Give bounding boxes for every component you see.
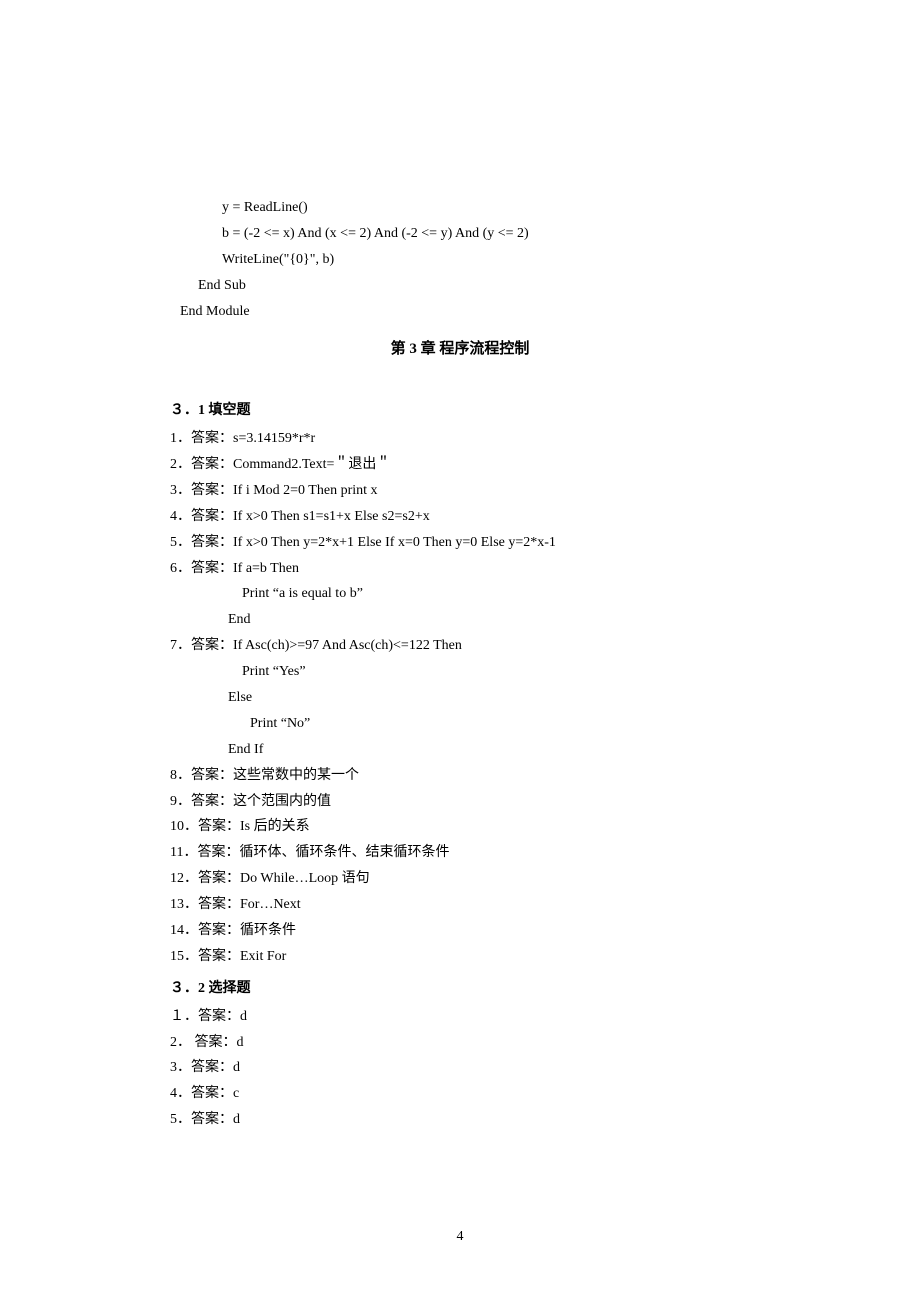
fill-answers: 1．答案：s=3.14159*r*r 2．答案：Command2.Text=＂退…: [170, 426, 750, 970]
answer-line: 8．答案：这些常数中的某一个: [170, 763, 750, 789]
section-fill-title: ３．1 填空题: [170, 398, 750, 424]
answer-line: 5．答案：d: [170, 1107, 750, 1133]
answer-line: 2．答案：Command2.Text=＂退出＂: [170, 452, 750, 478]
code-line: b = (-2 <= x) And (x <= 2) And (-2 <= y)…: [170, 221, 750, 247]
answer-line: 9．答案：这个范围内的值: [170, 789, 750, 815]
chapter-title: 第 3 章 程序流程控制: [170, 336, 750, 364]
answer-line: 13．答案：For…Next: [170, 892, 750, 918]
answer-line: 12．答案：Do While…Loop 语句: [170, 866, 750, 892]
answer-line: 5．答案：If x>0 Then y=2*x+1 Else If x=0 The…: [170, 530, 750, 556]
answer-sub-line: Print “Yes”: [170, 659, 750, 685]
answer-line: 1．答案：s=3.14159*r*r: [170, 426, 750, 452]
answer-line: 7．答案：If Asc(ch)>=97 And Asc(ch)<=122 The…: [170, 633, 750, 659]
answer-line: 6．答案：If a=b Then: [170, 556, 750, 582]
code-line: y = ReadLine(): [170, 195, 750, 221]
answer-line: 2． 答案：d: [170, 1030, 750, 1056]
answer-sub-line: End If: [170, 737, 750, 763]
answer-line: 4．答案：If x>0 Then s1=s1+x Else s2=s2+x: [170, 504, 750, 530]
answer-line: 15．答案：Exit For: [170, 944, 750, 970]
answer-sub-line: Else: [170, 685, 750, 711]
answer-sub-line: Print “No”: [170, 711, 750, 737]
code-line: WriteLine("{0}", b): [170, 247, 750, 273]
code-tail-block: y = ReadLine() b = (-2 <= x) And (x <= 2…: [170, 195, 750, 324]
answer-line: 11．答案：循环体、循环条件、结束循环条件: [170, 840, 750, 866]
answer-line: 10．答案：Is 后的关系: [170, 814, 750, 840]
answer-line: 3．答案：d: [170, 1055, 750, 1081]
code-line: End Sub: [170, 273, 750, 299]
answer-line: 4．答案：c: [170, 1081, 750, 1107]
document-page: y = ReadLine() b = (-2 <= x) And (x <= 2…: [0, 0, 920, 1302]
section-choice-title: ３．2 选择题: [170, 976, 750, 1002]
code-line: End Module: [170, 299, 750, 325]
page-number: 4: [0, 1224, 920, 1250]
choice-answers: １．答案：d 2． 答案：d 3．答案：d 4．答案：c 5．答案：d: [170, 1004, 750, 1133]
answer-line: １．答案：d: [170, 1004, 750, 1030]
answer-line: 3．答案：If i Mod 2=0 Then print x: [170, 478, 750, 504]
answer-line: 14．答案：循环条件: [170, 918, 750, 944]
answer-sub-line: Print “a is equal to b”: [170, 581, 750, 607]
answer-sub-line: End: [170, 607, 750, 633]
